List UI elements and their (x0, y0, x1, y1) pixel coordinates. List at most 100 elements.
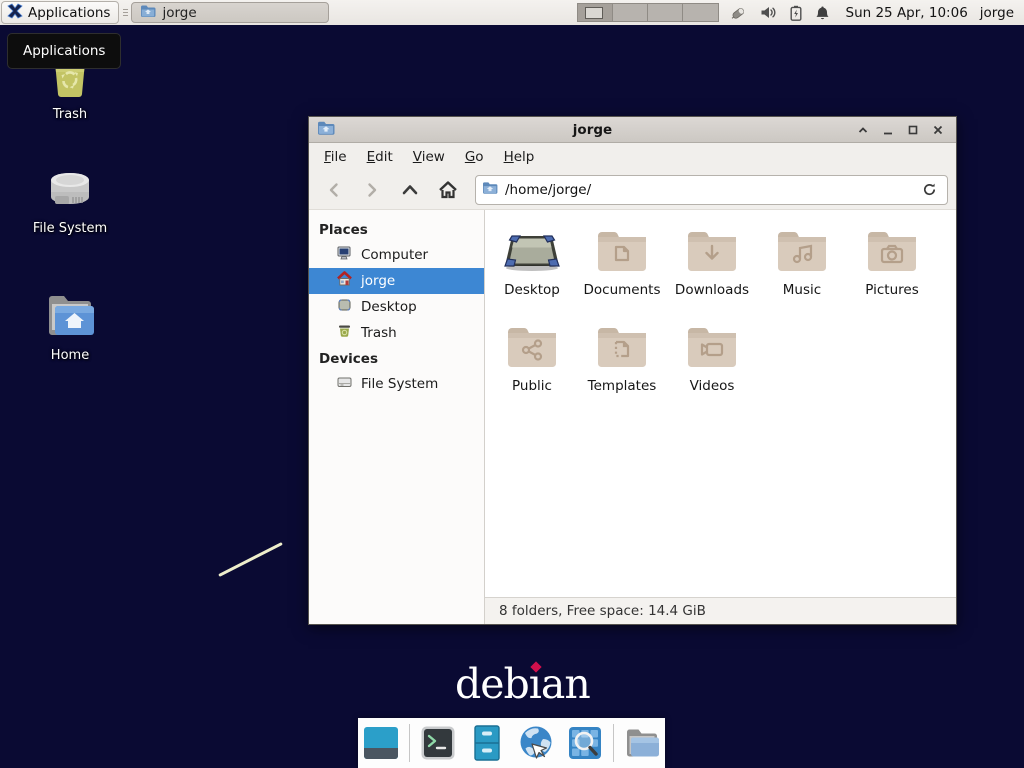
file-item-label: Templates (588, 378, 657, 394)
workspace-3[interactable] (648, 4, 683, 21)
menu-edit[interactable]: Edit (358, 145, 402, 169)
templates-folder-icon (595, 318, 649, 370)
input-device-tray-icon[interactable] (729, 5, 747, 21)
terminal-launcher[interactable] (417, 722, 459, 764)
shade-button[interactable] (850, 119, 875, 141)
app-finder-icon (565, 723, 605, 763)
path-input[interactable]: /home/jorge/ (505, 182, 910, 198)
workspace-4[interactable] (683, 4, 718, 21)
taskbar-window-button[interactable]: jorge (131, 2, 329, 23)
sidebar-item-label: Desktop (361, 299, 417, 315)
file-item-downloads[interactable]: Downloads (667, 222, 757, 318)
show-desktop-launcher[interactable] (360, 722, 402, 764)
applications-tooltip: Applications (7, 33, 121, 69)
sidebar-item-desktop[interactable]: Desktop (309, 294, 484, 320)
file-item-label: Desktop (504, 282, 560, 298)
close-button[interactable] (925, 119, 950, 141)
battery-tray-icon[interactable] (790, 5, 802, 21)
path-bar[interactable]: /home/jorge/ (475, 175, 948, 205)
up-button[interactable] (393, 175, 427, 205)
file-manager-launcher[interactable] (466, 722, 508, 764)
bottom-dock (358, 718, 665, 768)
desktop-icon-file-system[interactable]: File System (24, 166, 116, 236)
menu-go[interactable]: Go (456, 145, 493, 169)
sidebar-item-jorge[interactable]: jorge (309, 268, 484, 294)
workspace-2[interactable] (613, 4, 648, 21)
home-folder-icon (24, 291, 116, 343)
file-item-desktop[interactable]: Desktop (487, 222, 577, 318)
sidebar: Places Computer (309, 210, 485, 624)
file-item-label: Pictures (865, 282, 918, 298)
sidebar-places-header: Places (309, 217, 484, 242)
applications-menu-icon (7, 3, 23, 23)
sidebar-item-label: Computer (361, 247, 428, 263)
window-title: jorge (335, 122, 850, 138)
file-item-label: Downloads (675, 282, 749, 298)
sidebar-item-label: Trash (361, 325, 397, 341)
file-item-videos[interactable]: Videos (667, 318, 757, 414)
panel-clock[interactable]: Sun 25 Apr, 10:06 (846, 5, 968, 21)
notifications-tray-icon[interactable] (815, 5, 830, 21)
file-item-label: Videos (690, 378, 735, 394)
minimize-button[interactable] (875, 119, 900, 141)
dock-separator (613, 724, 614, 762)
file-item-label: Music (783, 282, 821, 298)
file-manager-window: jorge File Edit View Go Help (308, 116, 957, 625)
pictures-folder-icon (865, 222, 919, 274)
panel-username[interactable]: jorge (980, 5, 1014, 21)
documents-folder-icon (595, 222, 649, 274)
applications-menu-button[interactable]: Applications (1, 1, 119, 24)
applications-menu-label: Applications (28, 5, 110, 21)
volume-tray-icon[interactable] (760, 5, 777, 20)
file-item-music[interactable]: Music (757, 222, 847, 318)
menu-file[interactable]: File (315, 145, 356, 169)
file-item-templates[interactable]: Templates (577, 318, 667, 414)
file-item-label: Public (512, 378, 552, 394)
window-folder-icon (317, 120, 335, 140)
file-item-documents[interactable]: Documents (577, 222, 667, 318)
file-view[interactable]: Desktop Documents (485, 210, 956, 597)
folder-dock-icon (622, 723, 662, 763)
system-tray (729, 5, 830, 21)
sidebar-item-trash[interactable]: Trash (309, 320, 484, 346)
menu-view[interactable]: View (404, 145, 454, 169)
desktop-folder-icon (502, 222, 562, 274)
file-item-public[interactable]: Public (487, 318, 577, 414)
forward-button[interactable] (355, 175, 389, 205)
desktop-icon-home[interactable]: Home (24, 291, 116, 363)
reload-button[interactable] (917, 178, 941, 202)
home-button[interactable] (431, 175, 465, 205)
workspace-1[interactable] (578, 4, 613, 21)
toolbar: /home/jorge/ (309, 170, 956, 210)
pathbar-folder-icon (482, 181, 498, 199)
back-button[interactable] (317, 175, 351, 205)
workspace-switcher (577, 3, 719, 22)
panel-grip-handle[interactable] (121, 4, 129, 22)
window-titlebar[interactable]: jorge (309, 117, 956, 143)
debian-logo: debıan (455, 660, 590, 708)
sidebar-item-file-system[interactable]: File System (309, 371, 484, 397)
desktop-icon-label: Trash (24, 107, 116, 122)
file-item-label: Documents (584, 282, 661, 298)
music-folder-icon (775, 222, 829, 274)
sidebar-item-label: jorge (361, 273, 395, 289)
file-item-pictures[interactable]: Pictures (847, 222, 937, 318)
computer-icon (336, 245, 353, 265)
taskbar-window-label: jorge (162, 5, 196, 21)
maximize-button[interactable] (900, 119, 925, 141)
drive-icon (336, 374, 353, 394)
sidebar-item-label: File System (361, 376, 438, 392)
web-browser-launcher[interactable] (515, 722, 557, 764)
menu-help[interactable]: Help (495, 145, 544, 169)
debian-logo-text: an (541, 660, 590, 708)
debian-logo-text: deb (455, 660, 529, 708)
top-panel: Applications jorge (0, 0, 1024, 25)
trash-places-icon (336, 323, 353, 343)
file-cabinet-icon (467, 723, 507, 763)
app-finder-launcher[interactable] (564, 722, 606, 764)
home-icon (336, 271, 353, 291)
terminal-icon (418, 723, 458, 763)
folder-launcher[interactable] (621, 722, 663, 764)
sidebar-item-computer[interactable]: Computer (309, 242, 484, 268)
menubar: File Edit View Go Help (309, 143, 956, 170)
